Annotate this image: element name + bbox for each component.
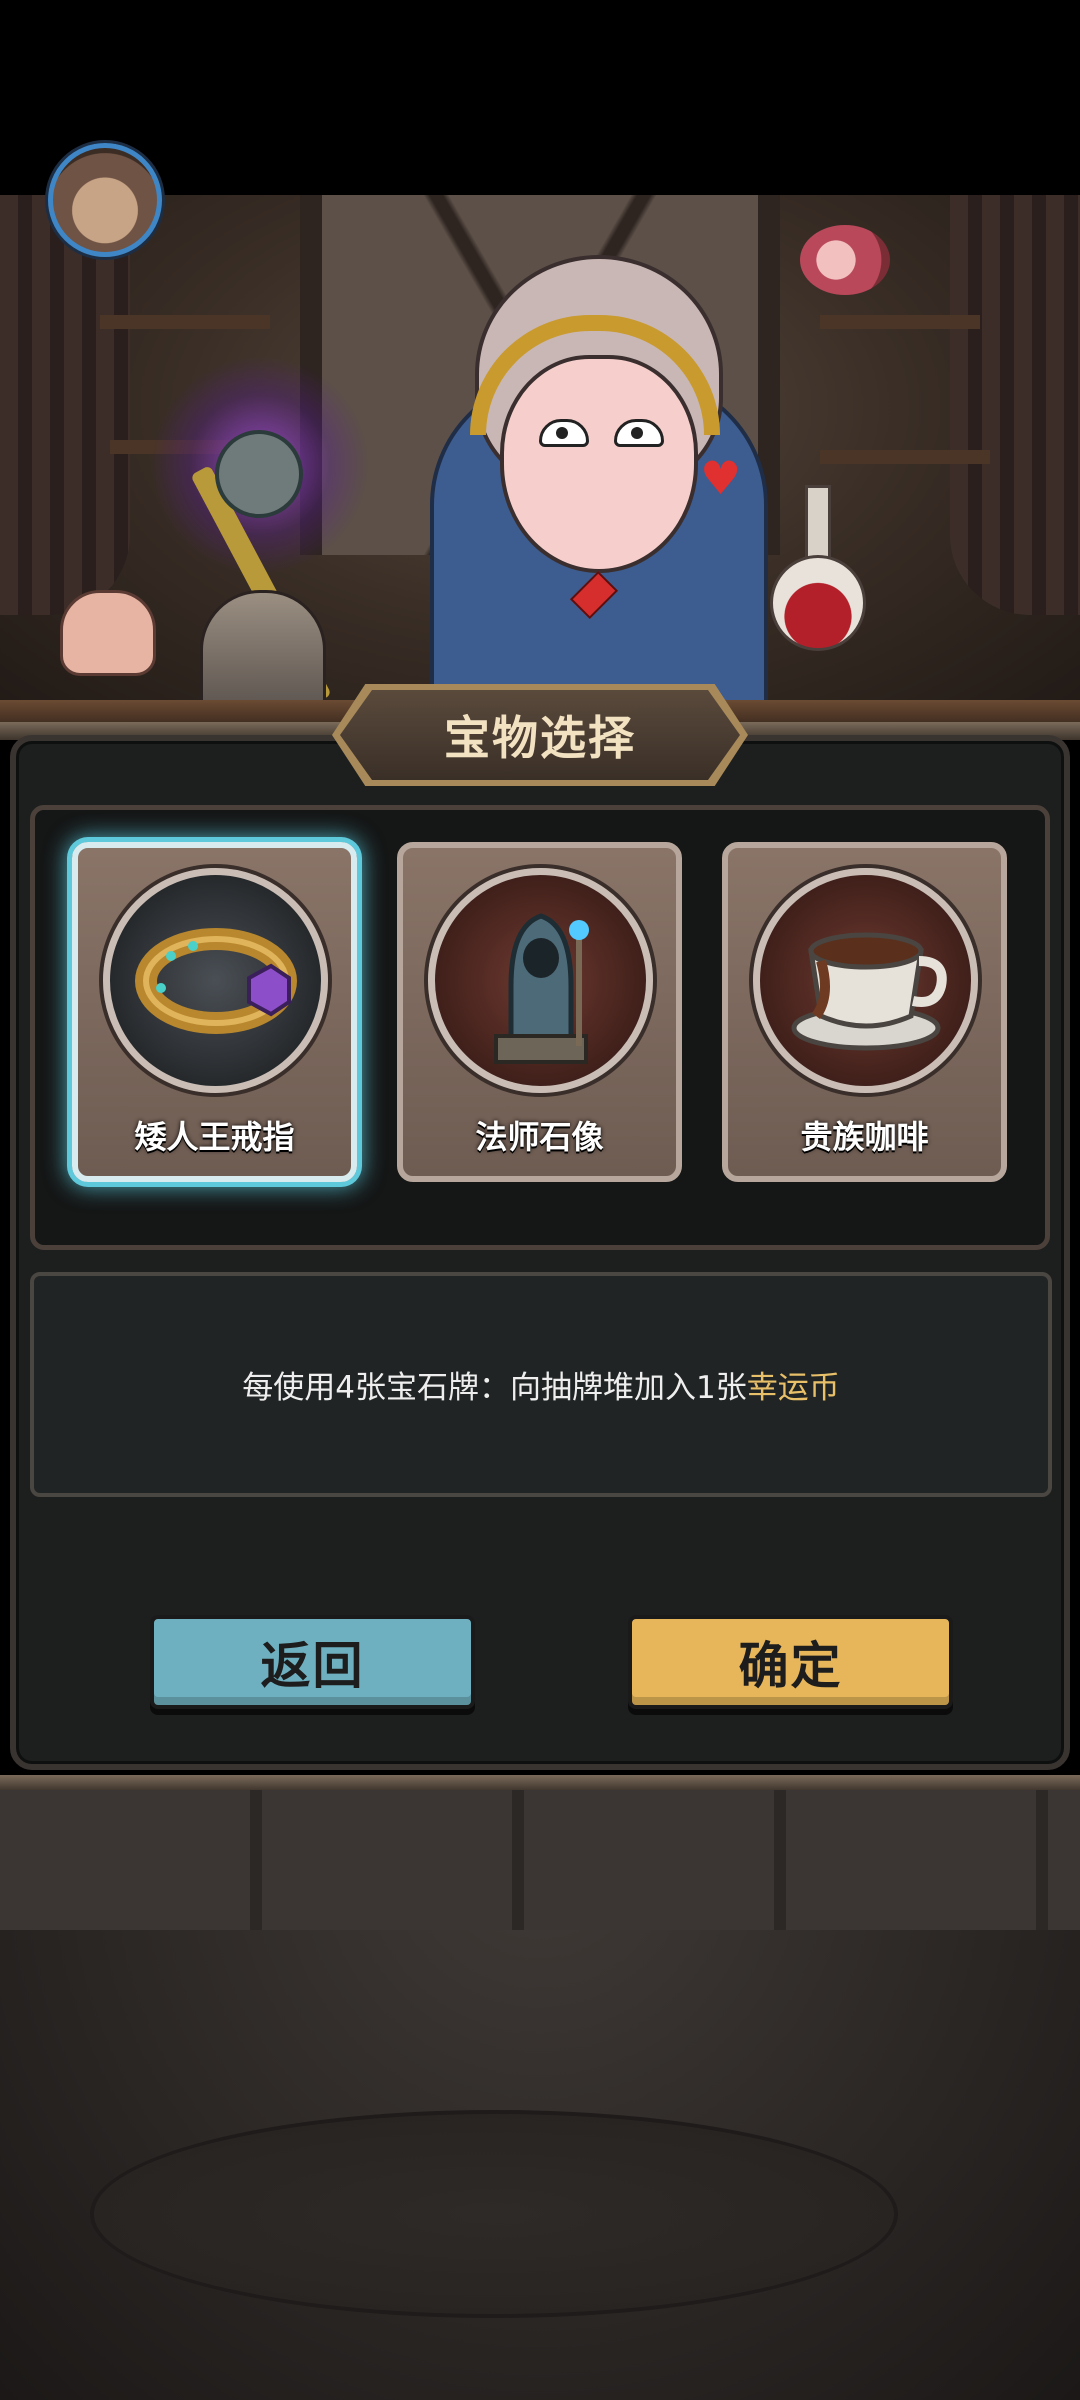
- description-text: 每使用4张宝石牌：向抽牌堆加入1张: [242, 1370, 747, 1406]
- treasure-description: 每使用4张宝石牌：向抽牌堆加入1张幸运币: [242, 1362, 839, 1407]
- shop-scene: ♥: [0, 195, 1080, 725]
- dialog-title: 宝物选择: [444, 711, 636, 765]
- treasure-option-name: 矮人王戒指: [134, 1118, 295, 1156]
- coffee-cup-icon: [753, 868, 978, 1093]
- treasure-description-box: 每使用4张宝石牌：向抽牌堆加入1张幸运币: [30, 1272, 1052, 1497]
- hanging-meat-prop: [800, 225, 890, 295]
- treasure-option-name: 法师石像: [475, 1118, 604, 1156]
- panel-frame-bottom: [0, 1775, 1080, 1791]
- back-button[interactable]: 返回: [150, 1615, 475, 1709]
- shelf: [100, 315, 270, 329]
- lucky-coin-keyword: 幸运币: [746, 1370, 840, 1406]
- treasure-option-ring[interactable]: 矮人王戒指: [72, 842, 357, 1182]
- shopkeeper-eye: [614, 419, 664, 447]
- staff-head-prop: [215, 430, 303, 518]
- treasure-option-coffee[interactable]: 贵族咖啡: [722, 842, 1007, 1182]
- treasure-option-mage-statue[interactable]: 法师石像: [397, 842, 682, 1182]
- ring-icon: [103, 868, 328, 1093]
- left-curtain: [0, 195, 130, 615]
- title-banner: 宝物选择: [340, 690, 740, 780]
- right-curtain: [950, 195, 1080, 615]
- shopkeeper-eye: [539, 419, 589, 447]
- confirm-button[interactable]: 确定: [628, 1615, 953, 1709]
- shopkeeper-face: [500, 355, 698, 573]
- shelf: [820, 450, 990, 464]
- helmet-prop: [200, 590, 326, 711]
- mage-statue-icon: [428, 868, 653, 1093]
- hand-prop: [60, 590, 156, 676]
- shelf: [820, 315, 980, 329]
- treasure-option-name: 贵族咖啡: [800, 1118, 929, 1156]
- flask-prop: [770, 555, 866, 651]
- player-portrait-icon[interactable]: [48, 143, 162, 257]
- floor-stone-wall: [0, 1790, 1080, 1930]
- floor-circle: [90, 2110, 898, 2318]
- status-bar-area: [0, 0, 1080, 195]
- heart-icon: ♥: [700, 451, 742, 505]
- shopkeeper-character: ♥: [430, 255, 768, 725]
